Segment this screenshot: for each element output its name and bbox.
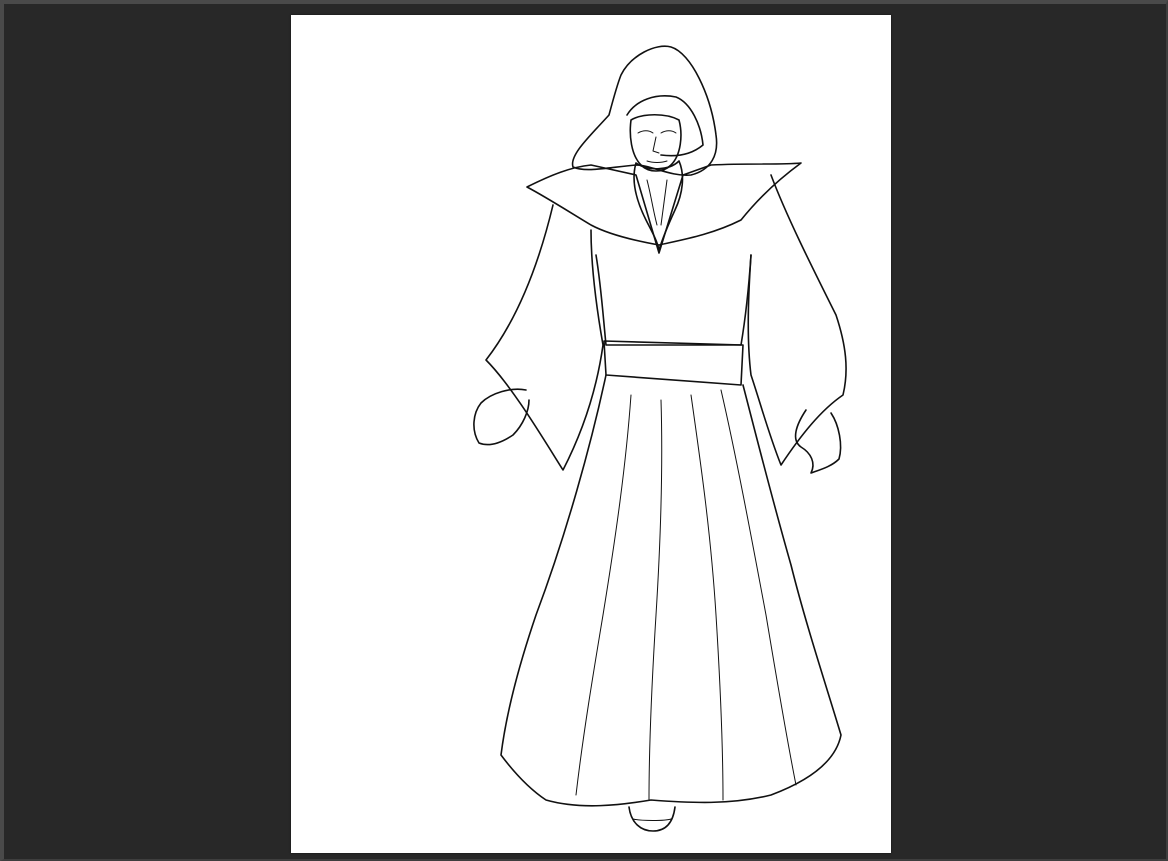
- robe-torso: [595, 254, 752, 346]
- wizard-line-art: [473, 45, 847, 832]
- right-sleeve: [747, 174, 847, 466]
- hood-opening: [626, 95, 704, 157]
- left-sleeve: [485, 204, 604, 471]
- right-hand: [794, 409, 842, 474]
- drawing-canvas[interactable]: [291, 15, 891, 853]
- hood-outline: [571, 45, 718, 176]
- robe-skirt: [500, 374, 842, 807]
- left-hand: [473, 388, 530, 446]
- collar: [526, 162, 802, 254]
- feet: [628, 806, 676, 832]
- belt: [603, 340, 744, 386]
- workspace-area: [0, 0, 1168, 861]
